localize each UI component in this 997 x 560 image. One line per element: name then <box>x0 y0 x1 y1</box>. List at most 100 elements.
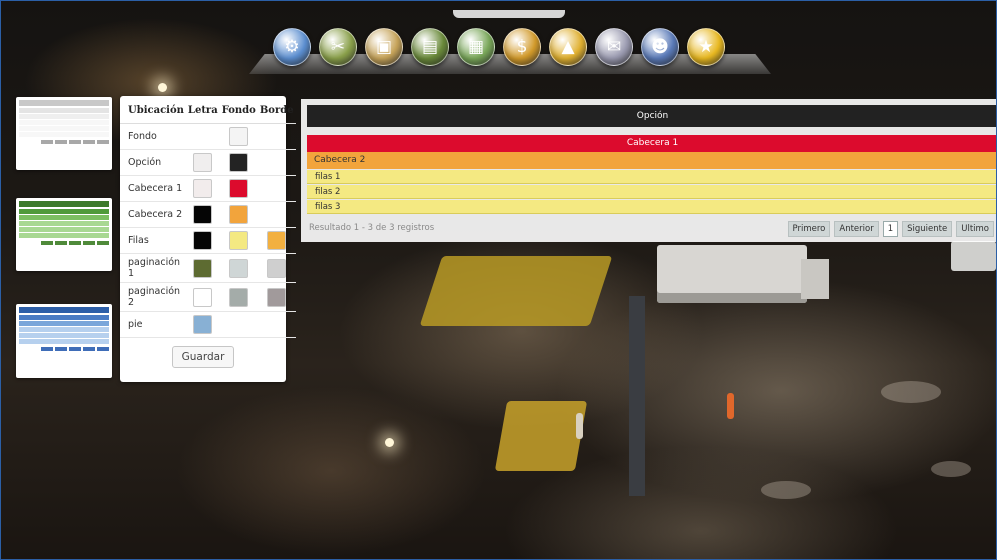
config-row-label: paginación 2 <box>120 282 186 312</box>
config-row-label: Cabecera 1 <box>120 175 186 202</box>
config-row: Cabecera 2 <box>120 201 296 228</box>
database-icon[interactable]: ▤ <box>411 28 449 66</box>
bulldozer <box>494 401 588 471</box>
config-row-label: Opción <box>120 149 186 176</box>
color-swatch-letra[interactable] <box>193 315 213 334</box>
color-swatch-fondo[interactable] <box>229 179 249 198</box>
config-row: pie <box>120 311 296 338</box>
preview-pagination: Primero Anterior 1 Siguiente Ultimo <box>787 221 994 237</box>
color-config-table: Ubicación Letra Fondo Borde Fondo Opción C… <box>120 96 296 338</box>
color-swatch-fondo[interactable] <box>229 258 249 278</box>
color-swatch-letra[interactable] <box>193 153 213 172</box>
warning-icon[interactable]: ▲ <box>549 28 587 66</box>
thumb-swatch <box>19 315 109 320</box>
thumb-swatch <box>19 221 109 226</box>
config-row: Filas <box>120 227 296 254</box>
color-swatch-letra[interactable] <box>193 258 213 278</box>
color-swatch-fondo[interactable] <box>229 127 249 146</box>
config-cell-borde <box>257 282 296 312</box>
thumb-swatch <box>19 333 109 338</box>
pager-prev-button[interactable]: Anterior <box>834 221 879 237</box>
config-row-label: paginación 1 <box>120 253 186 283</box>
preview-result-text: Resultado 1 - 3 de 3 registros <box>309 223 435 233</box>
color-swatch-fondo[interactable] <box>229 153 249 172</box>
config-cell-fondo <box>219 149 258 176</box>
thumb-swatch <box>19 126 109 131</box>
app-dock: ⚙ ✂ ▣ ▤ ▦ $ ▲ ✉ ☻ ★ <box>273 28 725 66</box>
drill-rig <box>629 296 645 496</box>
config-row-label: Cabecera 2 <box>120 201 186 228</box>
users-icon[interactable]: ☻ <box>641 28 679 66</box>
config-cell-fondo <box>219 311 258 338</box>
config-cell-borde <box>257 227 296 254</box>
config-cell-letra <box>185 253 220 283</box>
config-cell-letra <box>185 123 220 150</box>
thumb-swatch <box>19 339 109 344</box>
config-row-label: Fondo <box>120 123 186 150</box>
tools-icon[interactable]: ✂ <box>319 28 357 66</box>
color-swatch-letra[interactable] <box>193 205 213 224</box>
color-swatch-borde[interactable] <box>267 287 287 307</box>
excavator <box>419 256 613 326</box>
rock <box>931 461 971 477</box>
config-cell-borde <box>257 175 296 202</box>
settings-gears-icon[interactable]: ⚙ <box>273 28 311 66</box>
pager-last-button[interactable]: Ultimo <box>956 221 994 237</box>
color-swatch-letra[interactable] <box>193 231 213 250</box>
pager-current-page[interactable]: 1 <box>882 221 899 237</box>
color-swatch-fondo[interactable] <box>229 287 249 307</box>
pager-first-button[interactable]: Primero <box>787 221 831 237</box>
thumb-swatch <box>19 215 109 220</box>
worker <box>727 393 734 419</box>
thumb-swatch <box>19 321 109 326</box>
config-cell-fondo <box>219 227 258 254</box>
color-swatch-borde[interactable] <box>267 258 287 278</box>
thumb-swatch <box>19 120 109 125</box>
thumb-swatch <box>19 201 109 207</box>
config-cell-letra <box>185 227 220 254</box>
work-light <box>158 83 167 92</box>
color-swatch-letra[interactable] <box>193 287 213 307</box>
config-cell-borde <box>257 149 296 176</box>
config-cell-fondo <box>219 201 258 228</box>
config-row-label: Filas <box>120 227 186 254</box>
theme-green[interactable] <box>16 198 112 271</box>
config-row: Cabecera 1 <box>120 175 296 202</box>
preview-row: filas 1 <box>307 170 996 184</box>
header-ubicacion: Ubicación <box>120 96 186 124</box>
theme-blue[interactable] <box>16 304 112 378</box>
color-swatch-letra[interactable] <box>193 179 213 198</box>
thumb-swatch <box>19 132 109 137</box>
money-chart-icon[interactable]: $ <box>503 28 541 66</box>
pager-next-button[interactable]: Siguiente <box>902 221 953 237</box>
work-light <box>385 438 394 447</box>
thumb-pager <box>19 347 109 351</box>
mail-icon[interactable]: ✉ <box>595 28 633 66</box>
thumb-pager <box>19 140 109 144</box>
preview-row: filas 2 <box>307 185 996 199</box>
header-borde: Borde <box>257 96 296 124</box>
box-icon[interactable]: ▣ <box>365 28 403 66</box>
color-swatch-borde[interactable] <box>267 231 287 250</box>
config-cell-fondo <box>219 253 258 283</box>
thumb-swatch <box>19 307 109 313</box>
rock <box>761 481 811 499</box>
color-swatch-fondo[interactable] <box>229 205 249 224</box>
config-cell-letra <box>185 201 220 228</box>
files-icon[interactable]: ▦ <box>457 28 495 66</box>
pickup-truck <box>951 241 996 271</box>
preview-header-2: Cabecera 2 <box>307 152 996 169</box>
thumb-swatch <box>19 227 109 232</box>
save-button[interactable]: Guardar <box>171 346 235 368</box>
theme-gray[interactable] <box>16 97 112 170</box>
color-config-panel: Ubicación Letra Fondo Borde Fondo Opción C… <box>120 96 296 382</box>
star-icon[interactable]: ★ <box>687 28 725 66</box>
config-cell-borde <box>257 311 296 338</box>
rock <box>881 381 941 403</box>
thumb-swatch <box>19 209 109 214</box>
config-row: Opción <box>120 149 296 176</box>
top-pull-tab[interactable] <box>453 10 565 18</box>
preview-header-1: Cabecera 1 <box>307 135 996 152</box>
color-swatch-fondo[interactable] <box>229 231 249 250</box>
dump-truck <box>657 245 829 303</box>
